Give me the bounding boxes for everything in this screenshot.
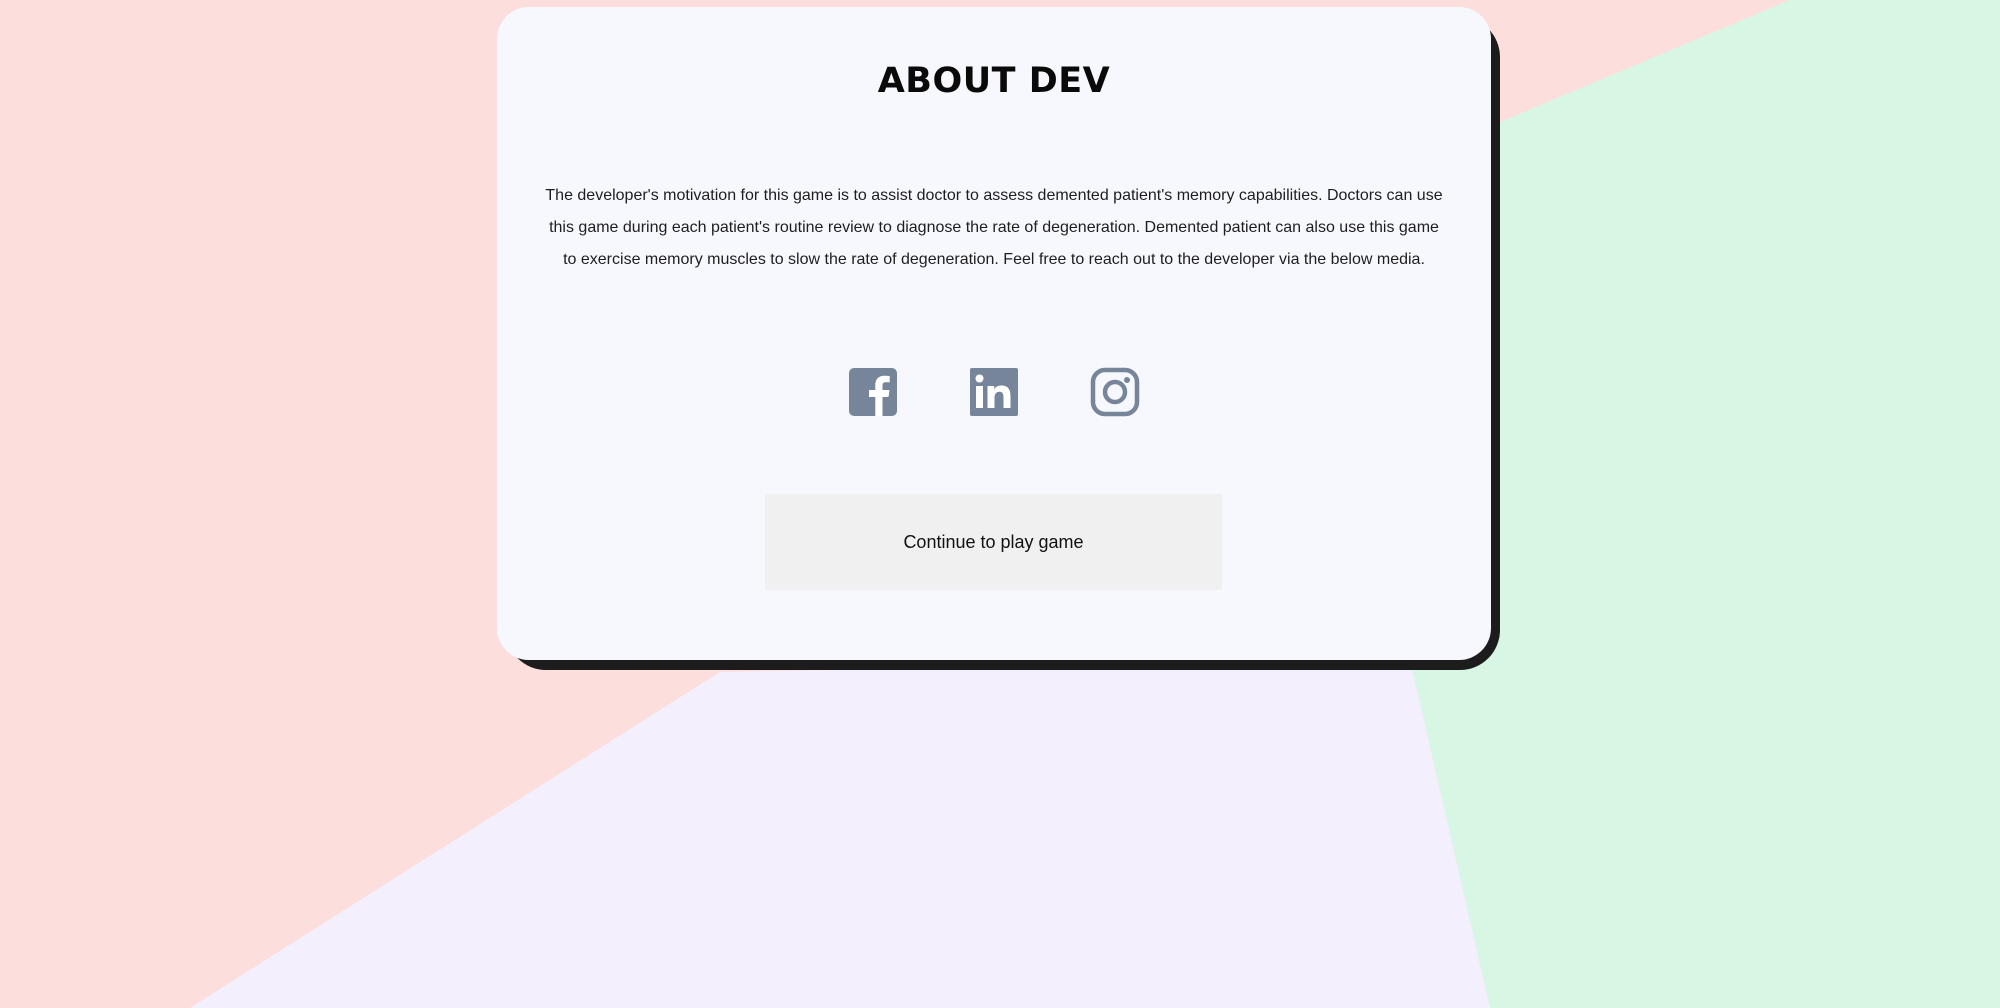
linkedin-icon bbox=[970, 368, 1018, 416]
page-title: ABOUT DEV bbox=[877, 61, 1111, 101]
instagram-icon bbox=[1090, 367, 1140, 417]
facebook-icon bbox=[849, 368, 897, 416]
instagram-link[interactable] bbox=[1090, 367, 1140, 417]
social-media-links bbox=[497, 367, 1491, 425]
continue-to-play-button[interactable]: Continue to play game bbox=[765, 494, 1222, 590]
facebook-link[interactable] bbox=[848, 367, 898, 417]
developer-description: The developer's motivation for this game… bbox=[545, 187, 1443, 268]
linkedin-link[interactable] bbox=[969, 367, 1019, 417]
about-dev-card: ABOUT DEV The developer's motivation for… bbox=[497, 7, 1491, 660]
